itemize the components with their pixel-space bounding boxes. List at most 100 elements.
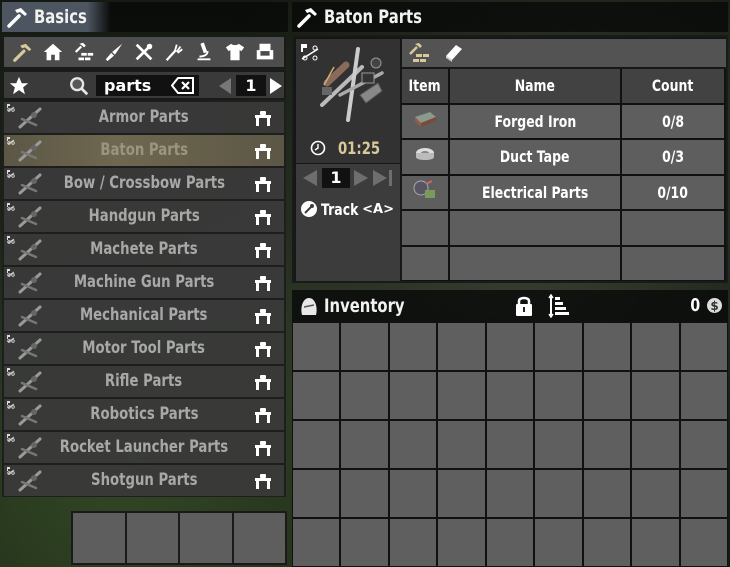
decrease-quantity-icon[interactable] bbox=[302, 169, 318, 187]
ingredient-name bbox=[450, 211, 620, 245]
recipe-row[interactable]: Machine Gun Parts bbox=[2, 266, 286, 299]
inventory-slot[interactable] bbox=[293, 372, 340, 419]
workstation-requirement-icon[interactable] bbox=[408, 42, 432, 64]
category-weapons[interactable] bbox=[102, 40, 126, 64]
column-header-count: Count bbox=[622, 69, 724, 103]
lock-slots-icon[interactable] bbox=[514, 295, 534, 317]
hammer-icon bbox=[13, 43, 32, 62]
inventory-slot[interactable] bbox=[535, 372, 582, 419]
inventory-slot[interactable] bbox=[389, 323, 437, 370]
inventory-slot[interactable] bbox=[632, 519, 679, 566]
recipe-label-text: Robotics Parts bbox=[89, 404, 199, 424]
inventory-slot[interactable] bbox=[583, 421, 631, 468]
queue-slot[interactable] bbox=[126, 513, 178, 563]
recipe-row[interactable]: Motor Tool Parts bbox=[2, 332, 286, 365]
inventory-slot[interactable] bbox=[680, 470, 727, 517]
inventory-slot[interactable] bbox=[632, 372, 679, 419]
inventory-slot[interactable] bbox=[341, 372, 388, 419]
recipe-label-text: Machine Gun Parts bbox=[73, 272, 215, 292]
queue-slot[interactable] bbox=[180, 513, 232, 563]
category-tools[interactable] bbox=[132, 40, 156, 64]
inventory-slot[interactable] bbox=[486, 519, 534, 566]
inventory-slot[interactable] bbox=[341, 519, 388, 566]
inventory-header: Inventory 0 $ bbox=[292, 290, 728, 322]
inventory-slot[interactable] bbox=[389, 470, 437, 517]
inventory-slot[interactable] bbox=[438, 372, 485, 419]
inventory-slot[interactable] bbox=[486, 421, 534, 468]
recipe-label-text: Machete Parts bbox=[90, 239, 198, 259]
category-clothing[interactable] bbox=[223, 40, 247, 64]
inventory-slot[interactable] bbox=[535, 519, 582, 566]
inventory-slot[interactable] bbox=[293, 470, 340, 517]
category-decor[interactable] bbox=[253, 40, 277, 64]
clear-search-icon[interactable] bbox=[171, 77, 195, 94]
inventory-slot[interactable] bbox=[486, 323, 534, 370]
ingredient-icon-cell[interactable] bbox=[402, 140, 448, 174]
category-food[interactable] bbox=[162, 40, 186, 64]
ingredient-icon-cell[interactable] bbox=[402, 104, 448, 138]
inventory-slot[interactable] bbox=[486, 372, 534, 419]
recipe-preview: 01:25 bbox=[296, 39, 400, 163]
next-page-icon[interactable] bbox=[269, 77, 283, 95]
inventory-slot[interactable] bbox=[438, 421, 485, 468]
category-basics[interactable] bbox=[11, 40, 35, 64]
recipe-row[interactable]: Rifle Parts bbox=[2, 365, 286, 398]
favorites-star-icon[interactable] bbox=[8, 75, 30, 97]
inventory-slot[interactable] bbox=[535, 470, 582, 517]
recipe-book-icon[interactable] bbox=[442, 42, 464, 64]
search-input[interactable] bbox=[96, 76, 166, 95]
category-workstations[interactable] bbox=[72, 40, 96, 64]
recipe-label-text: Shotgun Parts bbox=[90, 470, 198, 490]
category-science[interactable] bbox=[192, 40, 216, 64]
recipe-row[interactable]: Rocket Launcher Parts bbox=[2, 431, 286, 464]
recipe-label-text: Bow / Crossbow Parts bbox=[63, 173, 225, 193]
inventory-slot[interactable] bbox=[389, 519, 437, 566]
recipe-row[interactable]: Bow / Crossbow Parts bbox=[2, 167, 286, 200]
queue-slot[interactable] bbox=[233, 513, 285, 563]
inventory-slot[interactable] bbox=[293, 421, 340, 468]
recipe-row[interactable]: Shotgun Parts bbox=[2, 464, 286, 497]
inventory-slot[interactable] bbox=[293, 323, 340, 370]
inventory-slot[interactable] bbox=[438, 470, 485, 517]
recipe-row[interactable]: Armor Parts bbox=[2, 101, 286, 134]
inventory-slot[interactable] bbox=[632, 323, 679, 370]
inventory-slot[interactable] bbox=[680, 372, 727, 419]
inventory-slot[interactable] bbox=[341, 421, 388, 468]
inventory-slot[interactable] bbox=[583, 519, 631, 566]
recipe-row[interactable]: Baton Parts bbox=[2, 134, 286, 167]
inventory-slot[interactable] bbox=[583, 372, 631, 419]
inventory-slot[interactable] bbox=[341, 470, 388, 517]
inventory-slot[interactable] bbox=[535, 323, 582, 370]
inventory-slot[interactable] bbox=[438, 519, 485, 566]
max-quantity-icon[interactable] bbox=[372, 169, 394, 187]
inventory-slot[interactable] bbox=[680, 323, 727, 370]
inventory-slot[interactable] bbox=[486, 470, 534, 517]
craft-quantity[interactable]: 1 bbox=[322, 168, 350, 188]
inventory-slot[interactable] bbox=[680, 519, 727, 566]
inventory-slot[interactable] bbox=[535, 421, 582, 468]
ingredient-icon-cell[interactable] bbox=[402, 175, 448, 209]
inventory-slot[interactable] bbox=[632, 421, 679, 468]
recipe-label: Baton Parts bbox=[4, 135, 284, 166]
prev-page-icon[interactable] bbox=[218, 77, 232, 95]
increase-quantity-icon[interactable] bbox=[353, 169, 369, 187]
inventory-slot[interactable] bbox=[438, 323, 485, 370]
inventory-slot[interactable] bbox=[583, 323, 631, 370]
inventory-slot[interactable] bbox=[632, 470, 679, 517]
track-button[interactable]: Track <A> bbox=[300, 198, 396, 220]
inventory-slot[interactable] bbox=[680, 421, 727, 468]
inventory-slot[interactable] bbox=[341, 323, 388, 370]
recipe-header: Baton Parts bbox=[292, 2, 728, 32]
inventory-slot[interactable] bbox=[583, 470, 631, 517]
recipe-row[interactable]: Handgun Parts bbox=[2, 200, 286, 233]
queue-slot[interactable] bbox=[73, 513, 125, 563]
inventory-slot[interactable] bbox=[389, 421, 437, 468]
category-building[interactable] bbox=[41, 40, 65, 64]
recipe-row[interactable]: Robotics Parts bbox=[2, 398, 286, 431]
ingredient-count: 0/10 bbox=[622, 175, 724, 209]
inventory-slot[interactable] bbox=[389, 372, 437, 419]
sort-icon[interactable] bbox=[548, 294, 570, 318]
recipe-row[interactable]: Machete Parts bbox=[2, 233, 286, 266]
inventory-slot[interactable] bbox=[293, 519, 340, 566]
recipe-row[interactable]: Mechanical Parts bbox=[2, 299, 286, 332]
